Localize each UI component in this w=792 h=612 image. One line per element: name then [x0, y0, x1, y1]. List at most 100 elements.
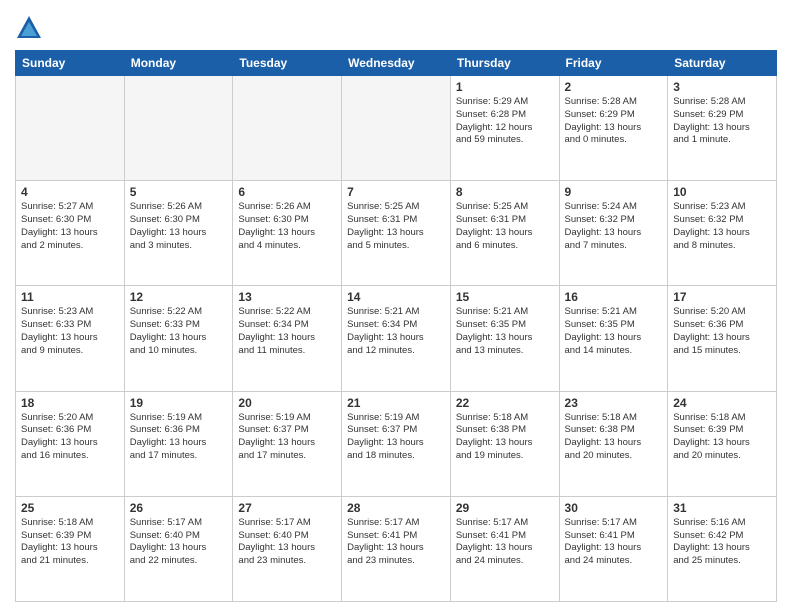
day-info: Sunrise: 5:28 AM Sunset: 6:29 PM Dayligh…	[673, 96, 771, 147]
calendar-cell-2-6: 17 Sunrise: 5:20 AM Sunset: 6:36 PM Dayli…	[668, 286, 777, 391]
day-number: 19	[130, 396, 228, 410]
calendar-cell-0-1	[124, 76, 233, 181]
day-info: Sunrise: 5:25 AM Sunset: 6:31 PM Dayligh…	[456, 201, 554, 252]
day-number: 1	[456, 80, 554, 94]
day-number: 10	[673, 185, 771, 199]
calendar-cell-4-5: 30Sunrise: 5:17 AM Sunset: 6:41 PM Dayli…	[559, 496, 668, 601]
calendar-cell-2-5: 16 Sunrise: 5:21 AM Sunset: 6:35 PM Dayli…	[559, 286, 668, 391]
calendar-cell-0-0	[16, 76, 125, 181]
day-info: Sunrise: 5:20 AM Sunset: 6:36 PM Dayligh…	[21, 412, 119, 463]
page: SundayMondayTuesdayWednesdayThursdayFrid…	[0, 0, 792, 612]
logo-icon	[15, 14, 43, 42]
day-number: 3	[673, 80, 771, 94]
calendar-cell-4-4: 29 Sunrise: 5:17 AM Sunset: 6:41 PM Dayli…	[450, 496, 559, 601]
day-number: 13	[238, 290, 336, 304]
day-number: 22	[456, 396, 554, 410]
calendar-cell-3-2: 20 Sunrise: 5:19 AM Sunset: 6:37 PM Dayli…	[233, 391, 342, 496]
day-info: Sunrise: 5:17 AM Sunset: 6:40 PM Dayligh…	[130, 517, 228, 568]
day-number: 28	[347, 501, 445, 515]
calendar-cell-3-4: 22Sunrise: 5:18 AM Sunset: 6:38 PM Dayli…	[450, 391, 559, 496]
calendar-week-2: 11 Sunrise: 5:23 AM Sunset: 6:33 PM Dayli…	[16, 286, 777, 391]
calendar-header-thursday: Thursday	[450, 51, 559, 76]
day-info: Sunrise: 5:21 AM Sunset: 6:35 PM Dayligh…	[456, 306, 554, 357]
calendar-cell-3-1: 19 Sunrise: 5:19 AM Sunset: 6:36 PM Dayli…	[124, 391, 233, 496]
calendar-cell-2-2: 13 Sunrise: 5:22 AM Sunset: 6:34 PM Dayli…	[233, 286, 342, 391]
calendar-cell-3-5: 23 Sunrise: 5:18 AM Sunset: 6:38 PM Dayli…	[559, 391, 668, 496]
calendar-week-1: 4 Sunrise: 5:27 AM Sunset: 6:30 PM Daylig…	[16, 181, 777, 286]
calendar-header-wednesday: Wednesday	[342, 51, 451, 76]
calendar-cell-2-1: 12Sunrise: 5:22 AM Sunset: 6:33 PM Dayli…	[124, 286, 233, 391]
day-info: Sunrise: 5:22 AM Sunset: 6:34 PM Dayligh…	[238, 306, 336, 357]
day-number: 4	[21, 185, 119, 199]
calendar-table: SundayMondayTuesdayWednesdayThursdayFrid…	[15, 50, 777, 602]
header	[15, 10, 777, 42]
calendar-cell-1-2: 6 Sunrise: 5:26 AM Sunset: 6:30 PM Daylig…	[233, 181, 342, 286]
day-number: 20	[238, 396, 336, 410]
calendar-week-4: 25Sunrise: 5:18 AM Sunset: 6:39 PM Dayli…	[16, 496, 777, 601]
day-number: 7	[347, 185, 445, 199]
day-number: 8	[456, 185, 554, 199]
day-info: Sunrise: 5:18 AM Sunset: 6:38 PM Dayligh…	[565, 412, 663, 463]
calendar-header-monday: Monday	[124, 51, 233, 76]
day-info: Sunrise: 5:20 AM Sunset: 6:36 PM Dayligh…	[673, 306, 771, 357]
day-info: Sunrise: 5:19 AM Sunset: 6:36 PM Dayligh…	[130, 412, 228, 463]
day-number: 14	[347, 290, 445, 304]
day-info: Sunrise: 5:27 AM Sunset: 6:30 PM Dayligh…	[21, 201, 119, 252]
logo	[15, 14, 47, 42]
calendar-cell-1-0: 4 Sunrise: 5:27 AM Sunset: 6:30 PM Daylig…	[16, 181, 125, 286]
day-info: Sunrise: 5:21 AM Sunset: 6:34 PM Dayligh…	[347, 306, 445, 357]
day-number: 15	[456, 290, 554, 304]
day-info: Sunrise: 5:24 AM Sunset: 6:32 PM Dayligh…	[565, 201, 663, 252]
calendar-cell-1-4: 8 Sunrise: 5:25 AM Sunset: 6:31 PM Daylig…	[450, 181, 559, 286]
day-number: 6	[238, 185, 336, 199]
calendar-cell-0-3	[342, 76, 451, 181]
calendar-cell-4-3: 28 Sunrise: 5:17 AM Sunset: 6:41 PM Dayli…	[342, 496, 451, 601]
day-number: 23	[565, 396, 663, 410]
calendar-header-tuesday: Tuesday	[233, 51, 342, 76]
day-info: Sunrise: 5:19 AM Sunset: 6:37 PM Dayligh…	[347, 412, 445, 463]
calendar-cell-1-3: 7 Sunrise: 5:25 AM Sunset: 6:31 PM Daylig…	[342, 181, 451, 286]
day-number: 31	[673, 501, 771, 515]
day-info: Sunrise: 5:18 AM Sunset: 6:39 PM Dayligh…	[673, 412, 771, 463]
day-info: Sunrise: 5:17 AM Sunset: 6:41 PM Dayligh…	[347, 517, 445, 568]
calendar-cell-0-2	[233, 76, 342, 181]
day-number: 24	[673, 396, 771, 410]
calendar-week-0: 1 Sunrise: 5:29 AM Sunset: 6:28 PM Daylig…	[16, 76, 777, 181]
calendar-cell-1-6: 10 Sunrise: 5:23 AM Sunset: 6:32 PM Dayli…	[668, 181, 777, 286]
calendar-header-friday: Friday	[559, 51, 668, 76]
calendar-cell-2-3: 14 Sunrise: 5:21 AM Sunset: 6:34 PM Dayli…	[342, 286, 451, 391]
calendar-header-saturday: Saturday	[668, 51, 777, 76]
day-info: Sunrise: 5:23 AM Sunset: 6:32 PM Dayligh…	[673, 201, 771, 252]
calendar-cell-0-5: 2 Sunrise: 5:28 AM Sunset: 6:29 PM Daylig…	[559, 76, 668, 181]
day-info: Sunrise: 5:17 AM Sunset: 6:41 PM Dayligh…	[456, 517, 554, 568]
calendar-cell-4-1: 26 Sunrise: 5:17 AM Sunset: 6:40 PM Dayli…	[124, 496, 233, 601]
calendar-header-row: SundayMondayTuesdayWednesdayThursdayFrid…	[16, 51, 777, 76]
day-info: Sunrise: 5:21 AM Sunset: 6:35 PM Dayligh…	[565, 306, 663, 357]
day-number: 16	[565, 290, 663, 304]
day-info: Sunrise: 5:16 AM Sunset: 6:42 PM Dayligh…	[673, 517, 771, 568]
calendar-week-3: 18Sunrise: 5:20 AM Sunset: 6:36 PM Dayli…	[16, 391, 777, 496]
calendar-cell-4-6: 31 Sunrise: 5:16 AM Sunset: 6:42 PM Dayli…	[668, 496, 777, 601]
day-info: Sunrise: 5:23 AM Sunset: 6:33 PM Dayligh…	[21, 306, 119, 357]
day-info: Sunrise: 5:29 AM Sunset: 6:28 PM Dayligh…	[456, 96, 554, 147]
day-info: Sunrise: 5:25 AM Sunset: 6:31 PM Dayligh…	[347, 201, 445, 252]
day-number: 21	[347, 396, 445, 410]
day-number: 11	[21, 290, 119, 304]
day-number: 9	[565, 185, 663, 199]
day-number: 26	[130, 501, 228, 515]
calendar-cell-4-2: 27Sunrise: 5:17 AM Sunset: 6:40 PM Dayli…	[233, 496, 342, 601]
day-info: Sunrise: 5:26 AM Sunset: 6:30 PM Dayligh…	[238, 201, 336, 252]
calendar-cell-2-4: 15 Sunrise: 5:21 AM Sunset: 6:35 PM Dayli…	[450, 286, 559, 391]
calendar-cell-3-0: 18Sunrise: 5:20 AM Sunset: 6:36 PM Dayli…	[16, 391, 125, 496]
calendar-cell-4-0: 25Sunrise: 5:18 AM Sunset: 6:39 PM Dayli…	[16, 496, 125, 601]
day-info: Sunrise: 5:19 AM Sunset: 6:37 PM Dayligh…	[238, 412, 336, 463]
calendar-cell-0-6: 3 Sunrise: 5:28 AM Sunset: 6:29 PM Daylig…	[668, 76, 777, 181]
day-number: 2	[565, 80, 663, 94]
day-number: 17	[673, 290, 771, 304]
day-number: 30	[565, 501, 663, 515]
day-number: 12	[130, 290, 228, 304]
day-number: 29	[456, 501, 554, 515]
day-number: 5	[130, 185, 228, 199]
calendar-cell-0-4: 1 Sunrise: 5:29 AM Sunset: 6:28 PM Daylig…	[450, 76, 559, 181]
day-info: Sunrise: 5:28 AM Sunset: 6:29 PM Dayligh…	[565, 96, 663, 147]
